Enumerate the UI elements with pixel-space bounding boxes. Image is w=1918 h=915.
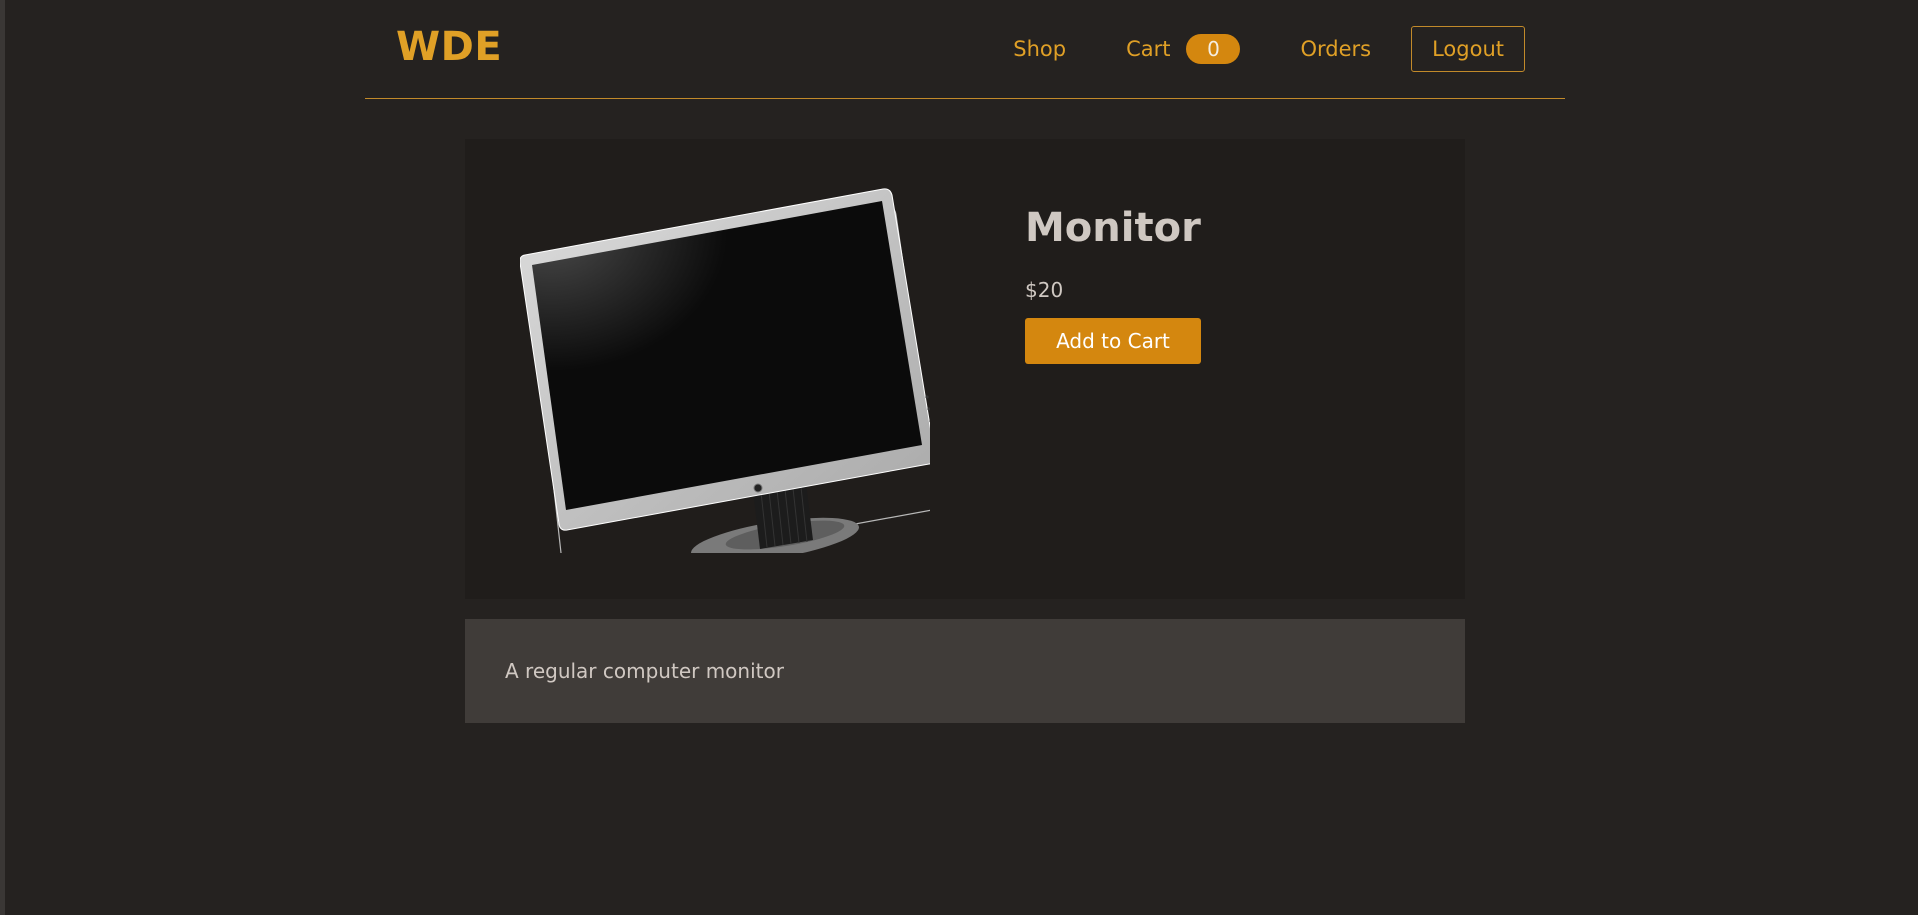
nav-orders-link[interactable]: Orders	[1300, 37, 1371, 61]
monitor-image	[519, 188, 939, 577]
product-image	[519, 183, 939, 577]
product-card: Monitor $20 Add to Cart	[465, 139, 1465, 599]
nav-cart-label: Cart	[1126, 37, 1171, 61]
add-to-cart-button[interactable]: Add to Cart	[1025, 318, 1201, 364]
product-title: Monitor	[1025, 205, 1201, 251]
cart-count-badge: 0	[1186, 34, 1241, 64]
logout-button[interactable]: Logout	[1411, 26, 1525, 72]
nav-cart-link[interactable]: Cart 0	[1126, 34, 1241, 64]
app-window: WDE Shop Cart 0 Orders Logout Monitor $2…	[0, 0, 1914, 915]
product-description-box: A regular computer monitor	[465, 619, 1465, 723]
product-price: $20	[1025, 278, 1064, 302]
product-description: A regular computer monitor	[505, 659, 784, 683]
site-logo[interactable]: WDE	[396, 24, 502, 70]
nav-shop-link[interactable]: Shop	[1013, 37, 1066, 61]
site-header: WDE Shop Cart 0 Orders Logout	[365, 0, 1565, 99]
product-info: Monitor $20 Add to Cart	[1025, 205, 1201, 364]
main-nav: Shop Cart 0 Orders Logout	[1013, 26, 1525, 72]
